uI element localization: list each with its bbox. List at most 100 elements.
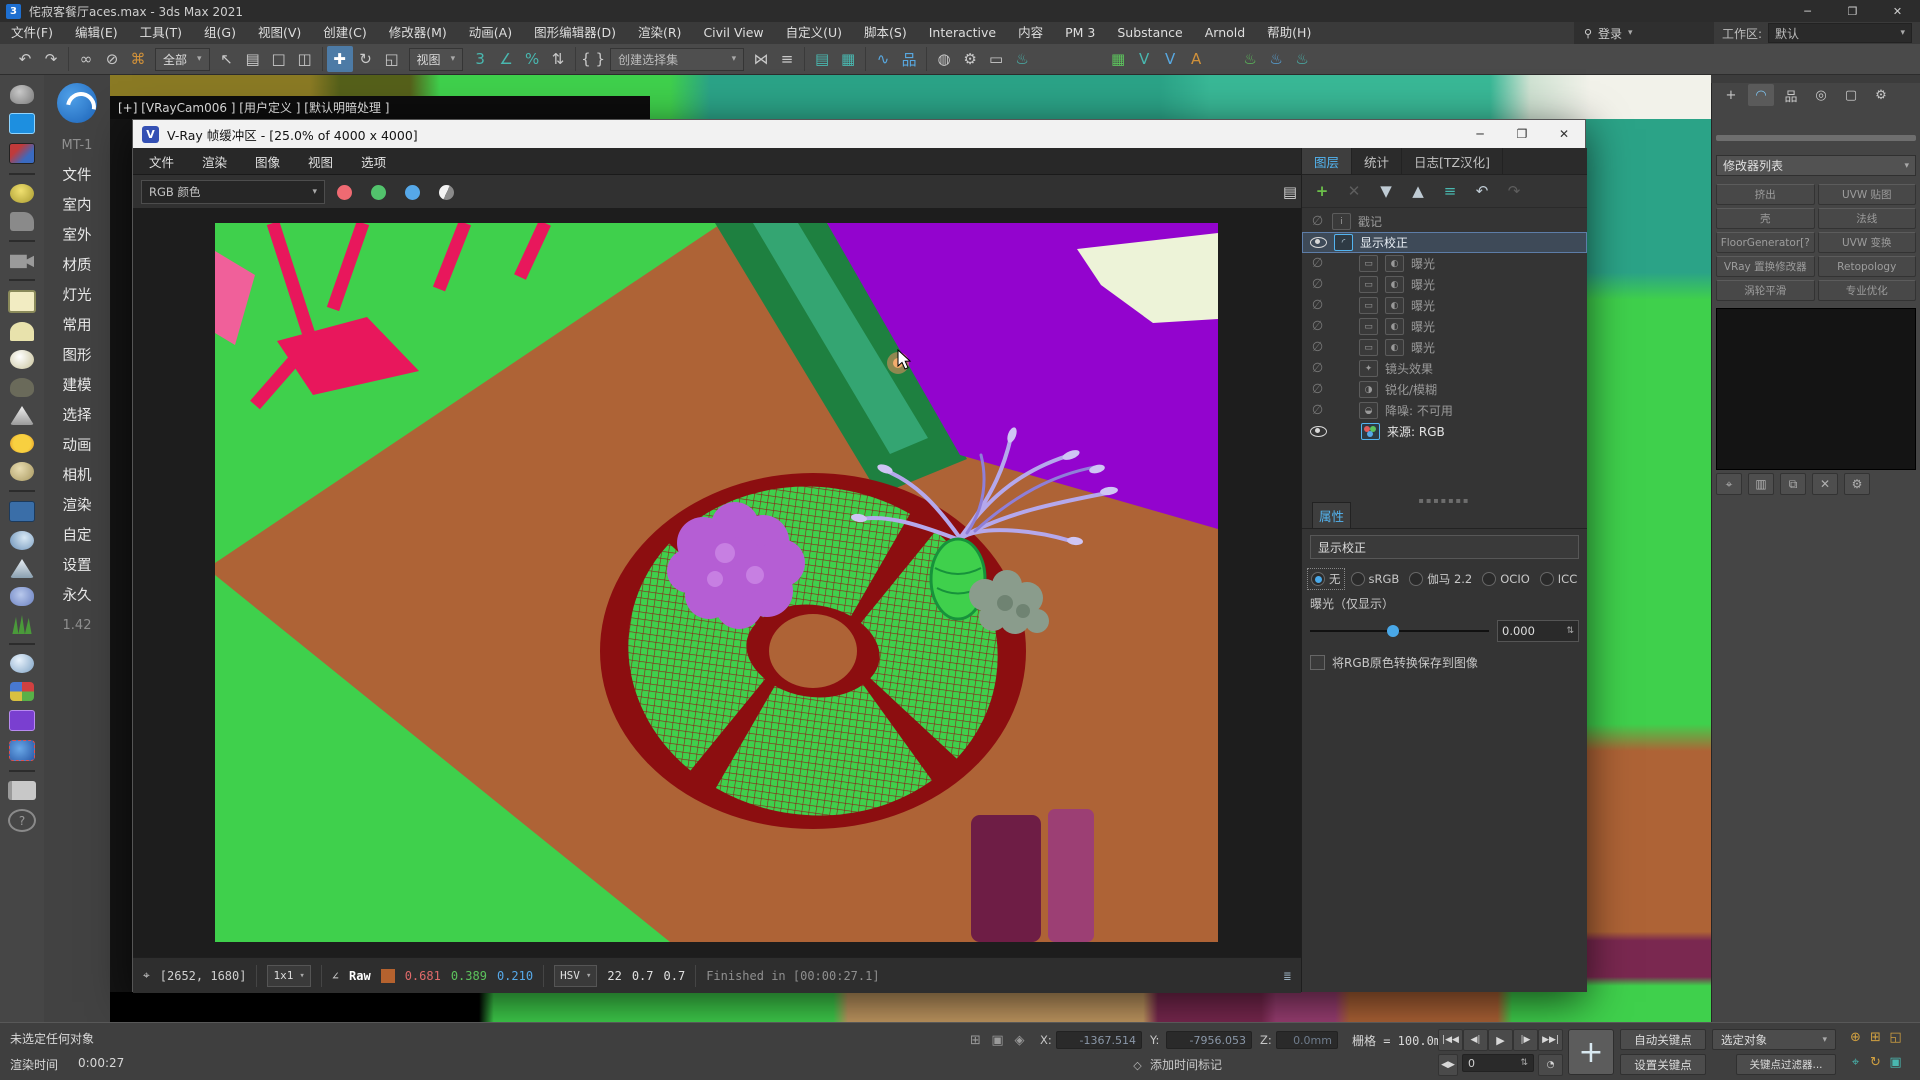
- vfb-titlebar[interactable]: V V-Ray 帧缓冲区 - [25.0% of 4000 x 4000] ─ …: [133, 120, 1585, 148]
- spinner-snap-icon[interactable]: ⇅: [545, 46, 571, 72]
- minimize-button[interactable]: ─: [1785, 0, 1830, 22]
- menu-group[interactable]: 组(G): [193, 22, 247, 44]
- selection-lock-icon[interactable]: ▣: [988, 1031, 1007, 1050]
- layers-redo-icon[interactable]: ↷: [1500, 178, 1528, 204]
- vfb-menu-options[interactable]: 选项: [361, 152, 386, 171]
- vfb-maximize-button[interactable]: ❐: [1501, 120, 1543, 148]
- menu-edit[interactable]: 编辑(E): [64, 22, 129, 44]
- color-balls-icon[interactable]: [10, 682, 34, 701]
- login-dropdown[interactable]: ⚲ 登录 ▾: [1574, 22, 1714, 44]
- menu-create[interactable]: 创建(C): [312, 22, 377, 44]
- absolute-offset-icon[interactable]: ◈: [1010, 1031, 1029, 1050]
- modifier-button-uvwxform[interactable]: UVW 变换: [1818, 232, 1917, 253]
- go-to-end-button[interactable]: ▶▶|: [1538, 1029, 1563, 1051]
- layer-row-sharpen-blur[interactable]: ∅ ◑ 锐化/模糊: [1302, 379, 1587, 400]
- menu-civil-view[interactable]: Civil View: [692, 22, 774, 44]
- keyboard-shortcut-icon[interactable]: [9, 501, 35, 522]
- key-filters-button[interactable]: 关键点过滤器...: [1736, 1054, 1836, 1075]
- align-icon[interactable]: ≡: [774, 46, 800, 72]
- modifier-button-normal[interactable]: 法线: [1818, 208, 1917, 229]
- layer-menu-icon[interactable]: ≡: [1436, 178, 1464, 204]
- vfb-close-button[interactable]: ✕: [1543, 120, 1585, 148]
- render-teapot-teal-icon[interactable]: ♨: [1289, 46, 1315, 72]
- tab-layers[interactable]: 图层: [1302, 148, 1352, 174]
- channel-dropdown[interactable]: RGB 颜色 ▾: [141, 180, 325, 204]
- radio-srgb[interactable]: sRGB: [1348, 570, 1403, 588]
- schematic-view-icon[interactable]: 品: [896, 46, 922, 72]
- close-button[interactable]: ✕: [1875, 0, 1920, 22]
- zoom-extents-all-icon[interactable]: ⊞: [1866, 1028, 1885, 1047]
- layer-row-display-correction[interactable]: ◜ 显示校正: [1302, 232, 1587, 253]
- menu-substance[interactable]: Substance: [1106, 22, 1193, 44]
- undo-icon[interactable]: ↶: [12, 46, 38, 72]
- teapot-icon[interactable]: [10, 85, 34, 104]
- set-keys-button[interactable]: +: [1568, 1029, 1614, 1075]
- ground-sphere-icon[interactable]: [10, 462, 34, 481]
- tab-create[interactable]: +: [1718, 84, 1744, 106]
- prev-frame-button[interactable]: ◀|: [1463, 1029, 1488, 1051]
- tab-utilities[interactable]: ⚙: [1868, 84, 1894, 106]
- sidebar-item-permanent[interactable]: 永久: [63, 581, 92, 611]
- menu-customize[interactable]: 自定义(U): [775, 22, 853, 44]
- sidebar-item-camera[interactable]: 相机: [63, 461, 92, 491]
- named-selection-dropdown[interactable]: 创建选择集 ▾: [610, 48, 744, 71]
- add-layer-icon[interactable]: +: [1308, 178, 1336, 204]
- modifier-button-uvwmap[interactable]: UVW 贴图: [1818, 184, 1917, 205]
- reference-coordinate-dropdown[interactable]: 视图 ▾: [409, 48, 464, 71]
- render-teapot-blue-icon[interactable]: ♨: [1263, 46, 1289, 72]
- pin-stack-icon[interactable]: ⌖: [1716, 473, 1742, 495]
- menu-graph-editors[interactable]: 图形编辑器(D): [523, 22, 627, 44]
- sidebar-item-material[interactable]: 材质: [63, 251, 92, 281]
- sidebar-item-modeling[interactable]: 建模: [63, 371, 92, 401]
- radio-gamma22[interactable]: 伽马 2.2: [1406, 569, 1475, 589]
- modifier-button-vraydisplacement[interactable]: VRay 置换修改器: [1716, 256, 1815, 277]
- menu-tools[interactable]: 工具(T): [129, 22, 193, 44]
- scene-explorer-icon[interactable]: [9, 113, 35, 134]
- vray-toolbar-icon[interactable]: V: [1131, 46, 1157, 72]
- material-sphere-icon[interactable]: [10, 654, 34, 673]
- layer-row-lens-effects[interactable]: ∅ ✦ 镜头效果: [1302, 358, 1587, 379]
- modifier-button-floorgenerator[interactable]: FloorGenerator[?: [1716, 232, 1815, 253]
- load-layers-icon[interactable]: ▲: [1404, 178, 1432, 204]
- pyramid-icon[interactable]: [10, 559, 34, 578]
- sidebar-item-exterior[interactable]: 室外: [63, 221, 92, 251]
- delete-layer-icon[interactable]: ✕: [1340, 178, 1368, 204]
- maximize-button[interactable]: ❐: [1830, 0, 1875, 22]
- visibility-off-icon[interactable]: ∅: [1310, 214, 1325, 229]
- select-by-name-icon[interactable]: ▤: [240, 46, 266, 72]
- menu-interactive[interactable]: Interactive: [918, 22, 1007, 44]
- sidebar-item-common[interactable]: 常用: [63, 311, 92, 341]
- sidebar-item-shape[interactable]: 图形: [63, 341, 92, 371]
- grass-icon[interactable]: [10, 615, 34, 634]
- red-channel-toggle[interactable]: [329, 179, 359, 205]
- workspace-dropdown[interactable]: 默认 ▾: [1768, 23, 1912, 43]
- select-object-icon[interactable]: ↖: [214, 46, 240, 72]
- modifier-button-retopology[interactable]: Retopology: [1818, 256, 1917, 277]
- modifier-button-turbosmooth[interactable]: 涡轮平滑: [1716, 280, 1815, 301]
- maximize-viewport-icon[interactable]: ▣: [1886, 1053, 1905, 1072]
- menu-animation[interactable]: 动画(A): [458, 22, 523, 44]
- tab-log[interactable]: 日志[TZ汉化]: [1402, 148, 1503, 174]
- rectangular-region-icon[interactable]: □: [266, 46, 292, 72]
- time-config-button[interactable]: ◔: [1538, 1054, 1563, 1076]
- mirror-icon[interactable]: ⋈: [748, 46, 774, 72]
- vfb-image-area[interactable]: [133, 208, 1301, 957]
- checkbox[interactable]: [1310, 655, 1325, 670]
- layers-undo-icon[interactable]: ↶: [1468, 178, 1496, 204]
- modifier-stack[interactable]: [1716, 308, 1916, 470]
- modifier-button-extrude[interactable]: 挤出: [1716, 184, 1815, 205]
- scale-tool-icon[interactable]: ◱: [379, 46, 405, 72]
- snap-toggle-icon[interactable]: 3: [467, 46, 493, 72]
- sun-icon[interactable]: [10, 434, 34, 453]
- zoom-extents-icon[interactable]: ⊕: [1846, 1028, 1865, 1047]
- visibility-off-icon[interactable]: ∅: [1310, 298, 1325, 313]
- window-crossing-icon[interactable]: ◫: [292, 46, 318, 72]
- render-teapot-green-icon[interactable]: ♨: [1237, 46, 1263, 72]
- menu-modifiers[interactable]: 修改器(M): [378, 22, 458, 44]
- menu-pm3[interactable]: PM 3: [1054, 22, 1106, 44]
- x-coordinate-field[interactable]: -1367.514: [1056, 1031, 1142, 1049]
- viewport-label[interactable]: [+] [VRayCam006 ] [用户定义 ] [默认明暗处理 ]: [110, 96, 650, 119]
- pipette-icon[interactable]: ⌖: [143, 968, 150, 983]
- sidebar-item-light[interactable]: 灯光: [63, 281, 92, 311]
- visibility-off-icon[interactable]: ∅: [1310, 319, 1325, 334]
